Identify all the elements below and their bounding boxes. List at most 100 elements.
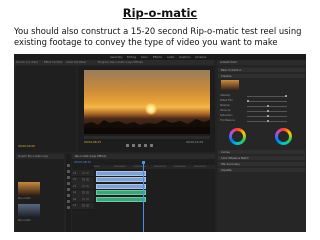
track-label: A2 [73,197,77,201]
project-panel: Project: Rip-o-matic Logo Rip-o-matic Ri… [16,154,64,232]
menu-item[interactable]: Color [141,56,148,59]
step-back-icon[interactable] [126,144,129,147]
timeline-panel: Rip-o-matic (Logo Official) 00;00;08;15 … [72,154,215,232]
video-clip[interactable] [96,183,146,189]
lumetri-row-label: Faded Film [220,99,233,102]
export-frame-icon[interactable] [150,144,153,147]
selection-tool-icon[interactable] [67,164,70,167]
track-select-tool-icon[interactable] [67,170,70,173]
tab-timeline-sequence[interactable]: Rip-o-matic (Logo Official) [72,154,215,159]
slip-tool-icon[interactable] [67,188,70,191]
tab-label: Project: Rip-o-matic Logo [18,155,49,158]
menu-item[interactable]: Editing [127,56,136,59]
tab-project[interactable]: Project: Rip-o-matic Logo [16,154,64,159]
track-label: V3 [73,171,77,175]
menu-item[interactable]: Effects [153,56,162,59]
intensity-slider[interactable] [247,94,287,98]
lumetri-section[interactable]: Curves [218,150,305,154]
highlight-tint-wheel[interactable] [275,128,292,145]
playhead-handle[interactable] [141,161,145,164]
lumetri-section[interactable]: Creative [218,74,305,78]
source-monitor: 00:00:00:00 [16,66,76,152]
ruler-tick: 00;00 [94,165,100,168]
lumetri-row-label: Intensity [220,94,231,97]
track-label: A1 [73,191,77,194]
ruler-tick: 00;00;08;00 [134,165,146,168]
menu-item[interactable]: Graphics [179,56,190,59]
pen-tool-icon[interactable] [67,194,70,197]
play-icon[interactable] [132,144,135,147]
tab-audio-clip-mixer[interactable]: Audio Clip Mixer [66,61,86,64]
sharpen-slider[interactable] [247,104,287,108]
project-clip-name: Rip-o-matic [18,197,31,200]
razor-tool-icon[interactable] [67,182,70,185]
lumetri-row-label: Saturation [220,114,233,117]
lumetri-section[interactable]: HSL Secondary [218,162,305,166]
tint-balance-slider[interactable] [247,119,287,123]
program-timecode: 00;00;08;15 [84,140,102,144]
lumetri-row-label: Tint Balance [220,119,235,122]
step-forward-icon[interactable] [138,144,141,147]
time-ruler[interactable]: 00;00 00;00;04;00 00;00;08;00 00;00;12;0… [94,165,215,169]
lumetri-section[interactable]: Basic Correction [218,68,305,72]
tools-panel [66,154,71,232]
tree-silhouette [84,119,210,134]
lumetri-row-label: Vibrance [220,109,231,112]
tab-program[interactable]: Program: Rip-o-matic (Logo Official) [98,61,143,64]
audio-clip[interactable] [96,190,146,195]
section-label: Color Wheels & Match [221,156,249,160]
section-label: Creative [221,74,232,78]
tab-label: Lumetri Color [220,61,237,64]
look-preview-thumbnail[interactable] [221,80,239,90]
audio-clip[interactable] [96,196,146,202]
playhead[interactable] [143,161,144,232]
timeline-timecode: 00;00;08;15 [74,160,92,164]
faded-film-slider[interactable] [247,99,287,103]
menu-item[interactable]: Libraries [195,56,206,59]
section-label: Basic Correction [221,68,242,72]
track-label: V1 [73,184,77,188]
insert-icon[interactable] [144,144,147,147]
shadow-tint-wheel[interactable] [229,128,246,145]
track-label: V2 [73,178,77,181]
section-label: HSL Secondary [221,162,240,166]
program-monitor: 00;00;08;15 00;00;21;09 [78,66,215,152]
ruler-tick: 00;00;12;00 [154,165,166,168]
vibrance-slider[interactable] [247,109,287,113]
section-label: Vignette [221,168,232,172]
type-tool-icon[interactable] [67,206,70,209]
slide-description: You should also construct a 15-20 second… [14,26,302,47]
track-header[interactable]: A3 [72,202,94,210]
lumetri-section[interactable]: Vignette [218,168,305,172]
lumetri-color-panel: Basic Correction Creative Intensity Fade… [217,66,306,232]
monitor-tabs: Source: (no clips) Effect Controls Audio… [14,60,214,65]
tab-lumetri-color[interactable]: Lumetri Color [217,60,306,65]
project-clip-thumbnail[interactable] [18,204,40,218]
ruler-tick: 00;00;16;00 [174,165,186,168]
video-clip[interactable] [96,170,146,176]
ripple-edit-tool-icon[interactable] [67,176,70,179]
slide-title: Rip-o-matic [122,6,198,20]
video-clip[interactable] [96,177,146,182]
project-clip-name: Rip-o-matic [18,219,31,222]
sunset-video-frame [84,70,210,134]
menu-item[interactable]: Audio [167,56,174,59]
project-clip-thumbnail[interactable] [18,182,40,196]
transport-controls [118,144,178,148]
section-label: Curves [221,150,230,154]
ruler-tick: 00;00;20;00 [194,165,206,168]
saturation-slider[interactable] [247,114,287,118]
lumetri-section[interactable]: Color Wheels & Match [218,156,305,160]
tab-label: Rip-o-matic (Logo Official) [75,155,107,158]
premiere-screenshot: Assembly Editing Color Effects Audio Gra… [14,54,306,232]
tab-source[interactable]: Source: (no clips) [16,61,38,64]
source-timecode: 00:00:00:00 [18,144,36,148]
tab-effect-controls[interactable]: Effect Controls [44,61,62,64]
menu-item[interactable]: Assembly [110,56,123,59]
program-scrub-bar[interactable] [84,136,210,139]
track-label: A3 [73,204,77,207]
program-duration: 00;00;21;09 [186,140,204,144]
lumetri-row-label: Sharpen [220,104,230,107]
ruler-tick: 00;00;04;00 [114,165,126,168]
hand-tool-icon[interactable] [67,200,70,203]
